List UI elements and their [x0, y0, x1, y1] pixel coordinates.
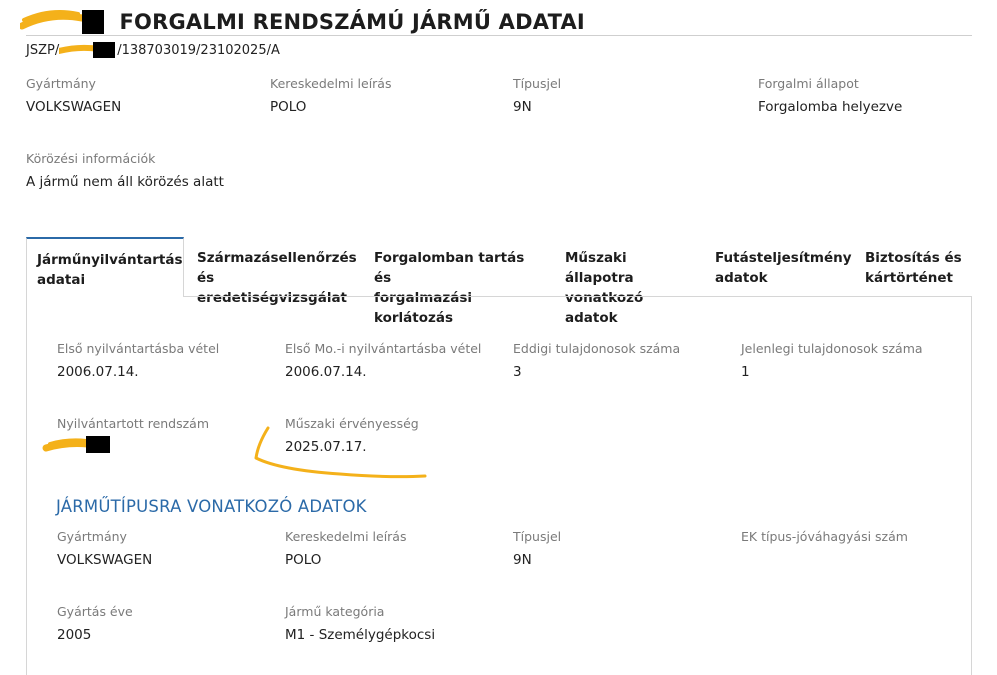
summary-forgalmi-allapot: Forgalmi állapot Forgalomba helyezve	[758, 76, 903, 115]
field-eddigi-tulajdonosok: Eddigi tulajdonosok száma 3	[513, 341, 681, 380]
type-gyartmany: Gyártmány VOLKSWAGEN	[57, 529, 153, 568]
section-title-jarmutipus: JÁRMŰTÍPUSRA VONATKOZÓ ADATOK	[56, 497, 367, 516]
tab-bar: Járműnyilvántartás adatai Származásellen…	[26, 237, 972, 326]
tab-biztositas[interactable]: Biztosítás és kártörténet	[855, 237, 972, 297]
summary-kereskedelmi: Kereskedelmi leírás POLO	[270, 76, 392, 115]
type-kereskedelmi: Kereskedelmi leírás POLO	[285, 529, 407, 568]
summary-tipusjel: Típusjel 9N	[513, 76, 562, 115]
redacted-plate-title	[20, 10, 112, 34]
type-ek-jovahagyas: EK típus-jóváhagyási szám	[741, 529, 908, 544]
type-jarmu-kategoria: Jármű kategória M1 - Személygépkocsi	[285, 604, 436, 643]
type-tipusjel: Típusjel 9N	[513, 529, 562, 568]
page-title: FORGALMI RENDSZÁMÚ JÁRMŰ ADATAI	[20, 10, 585, 34]
redacted-plate-id	[59, 42, 117, 58]
document-id: JSZP/ /138703019/23102025/A	[26, 42, 280, 58]
tab-forgalomban-tartas[interactable]: Forgalomban tartás és forgalmazási korlá…	[364, 237, 556, 326]
summary-gyartmany: Gyártmány VOLKSWAGEN	[26, 76, 122, 115]
page-header: FORGALMI RENDSZÁMÚ JÁRMŰ ADATAI	[20, 8, 972, 36]
summary-korozes: Körözési információk A jármű nem áll kör…	[26, 151, 224, 190]
field-muszaki-ervenyesseg: Műszaki érvényesség 2025.07.17.	[285, 416, 419, 455]
tab-jarmunyilvantartas[interactable]: Járműnyilvántartás adatai	[26, 237, 184, 297]
field-elso-mo-nyilvantartas: Első Mo.-i nyilvántartásba vétel 2006.07…	[285, 341, 482, 380]
field-elso-nyilvantartas: Első nyilvántartásba vétel 2006.07.14.	[57, 341, 220, 380]
type-gyartas-eve: Gyártás éve 2005	[57, 604, 133, 643]
field-nyilvantartott-rendszam: Nyilvántartott rendszám	[57, 416, 210, 431]
field-jelenlegi-tulajdonosok: Jelenlegi tulajdonosok száma 1	[741, 341, 923, 380]
tab-futasteljesitmeny[interactable]: Futásteljesítmény adatok	[705, 237, 857, 297]
page-title-text: FORGALMI RENDSZÁMÚ JÁRMŰ ADATAI	[119, 10, 585, 34]
tab-szarmazasellenorzes[interactable]: Származásellenőrzés és eredetiségvizsgál…	[187, 237, 362, 306]
tab-muszaki-allapot[interactable]: Műszaki állapotra vonatkozó adatok	[555, 237, 707, 326]
